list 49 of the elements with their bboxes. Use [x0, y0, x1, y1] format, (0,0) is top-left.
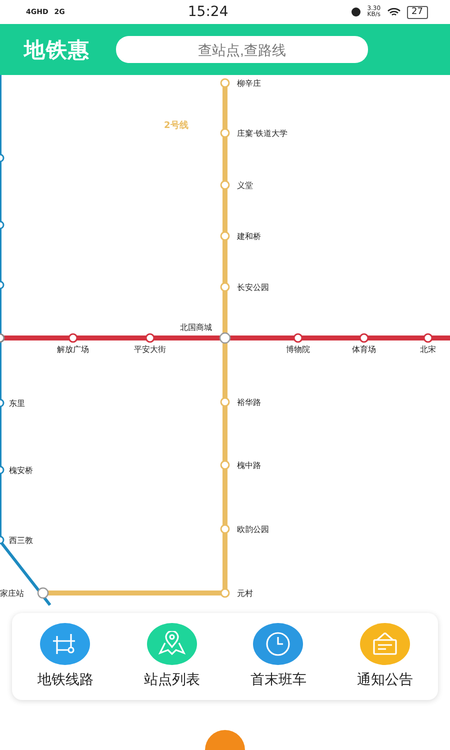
station-dot[interactable]: [145, 333, 155, 343]
station-label: 体育场: [352, 345, 376, 354]
wifi-icon: [386, 7, 401, 17]
station-label: 欧韵公园: [237, 525, 269, 534]
station-label: 长安公园: [237, 283, 269, 292]
map-pin-icon: [158, 631, 186, 657]
station-label: 裕华路: [237, 398, 261, 407]
station-dot[interactable]: [220, 460, 230, 470]
menu-button[interactable]: 地铁线路: [12, 613, 118, 700]
app-title: 地铁惠: [24, 36, 90, 64]
interchange-icon[interactable]: [37, 587, 49, 599]
station-label: 解放广场: [57, 345, 89, 354]
station-dot[interactable]: [220, 78, 230, 88]
station-label: 柳辛庄: [237, 79, 261, 88]
station-label: 北宋: [420, 345, 436, 354]
station-dot[interactable]: [220, 397, 230, 407]
battery-level: 27: [406, 6, 428, 18]
station-label: 建和桥: [237, 232, 261, 241]
station-dot[interactable]: [423, 333, 433, 343]
station-label: 槐安桥: [9, 466, 33, 475]
station-label: 槐中路: [237, 461, 261, 470]
station-dot[interactable]: [220, 128, 230, 138]
station-label: 家庄站: [0, 589, 24, 598]
station-label: 平安大街: [134, 345, 166, 354]
line-label: 2号线: [164, 121, 188, 131]
menu-button[interactable]: 通知公告: [332, 613, 438, 700]
interchange-icon[interactable]: [219, 332, 231, 344]
station-dot[interactable]: [68, 333, 78, 343]
station-dot[interactable]: [359, 333, 369, 343]
station-label: 博物院: [286, 345, 310, 354]
menu-button[interactable]: 站点列表: [118, 613, 225, 700]
station-dot[interactable]: [293, 333, 303, 343]
clock-time: 15:24: [188, 4, 228, 20]
station-dot[interactable]: [220, 282, 230, 292]
menu-button[interactable]: 首末班车: [225, 613, 332, 700]
station-dot[interactable]: [220, 524, 230, 534]
clock-icon: [264, 630, 292, 658]
search-field[interactable]: 查站点,查路线: [116, 36, 368, 63]
alarm-icon: [351, 7, 362, 17]
notice-board-icon: [370, 631, 399, 657]
station-label: 庄窠·铁道大学: [237, 129, 288, 138]
station-label: 西三教: [9, 536, 33, 545]
station-label: 元村: [237, 589, 253, 598]
station-dot[interactable]: [220, 231, 230, 241]
station-dot[interactable]: [220, 588, 230, 598]
station-dot[interactable]: [220, 180, 230, 190]
station-label: 义堂: [237, 181, 253, 190]
station-label: 东里: [9, 399, 25, 408]
station-label: 北国商城: [180, 323, 212, 332]
